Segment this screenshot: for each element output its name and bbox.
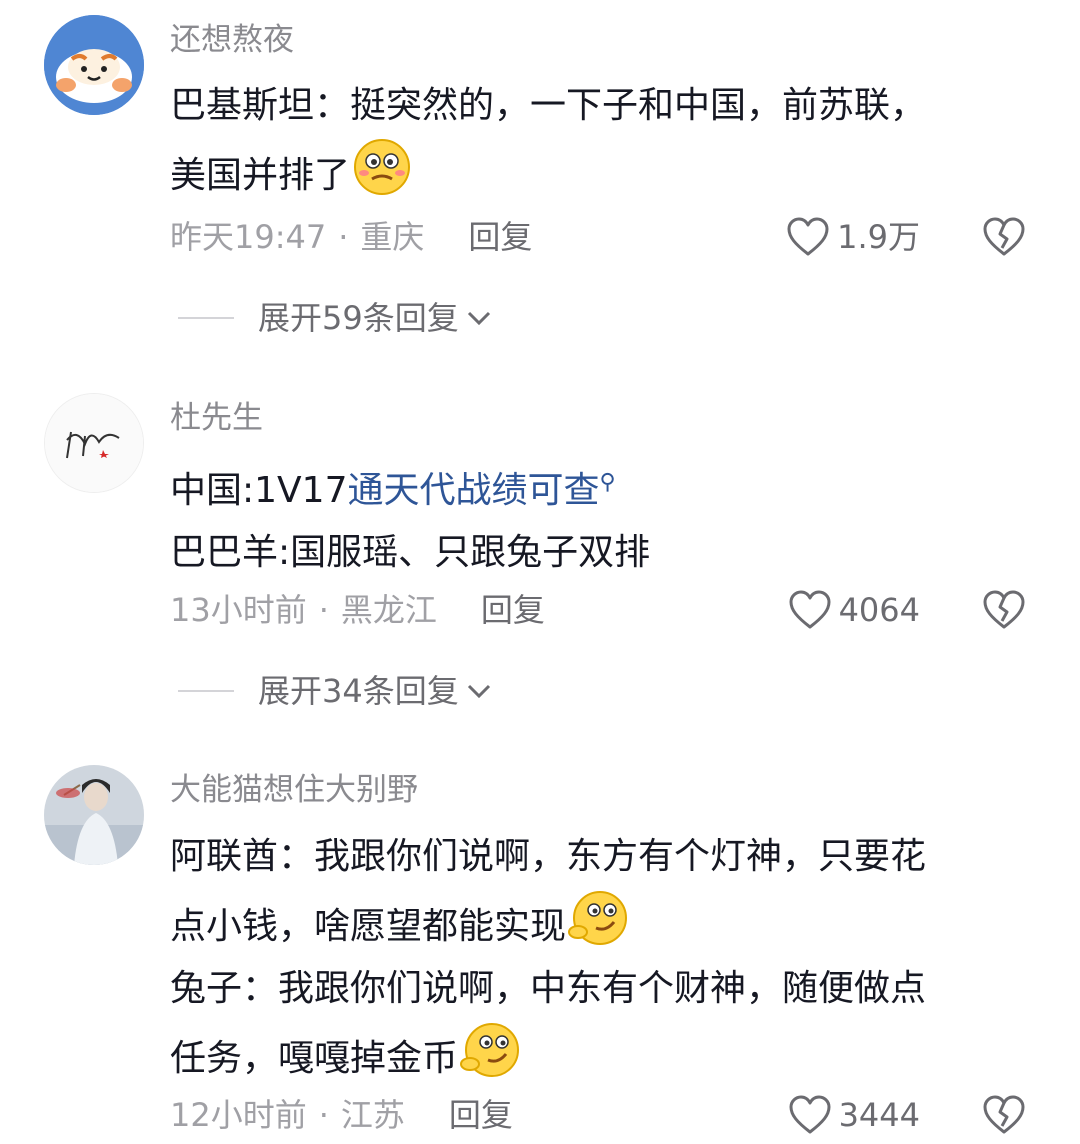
comment-line-with-emoji: 美国并排了 <box>170 137 1050 207</box>
comment-time: 12小时前 <box>170 1096 307 1134</box>
comment-location: 黑龙江 <box>340 591 437 629</box>
comment-line-with-hashtag: 中国:1V17通天代战绩可查⚲ <box>170 452 1050 522</box>
like-button[interactable]: 1.9万 <box>785 212 920 262</box>
comment-location: 重庆 <box>360 218 425 256</box>
like-count: 3444 <box>838 1096 920 1134</box>
comment-line: 兔子：我跟你们说啊，中东有个财神，随便做点 <box>170 968 927 1009</box>
nervous-face-emoji-icon <box>352 137 412 197</box>
comment-line: 阿联酋：我跟你们说啊，东方有个灯神，只要花 <box>170 836 927 877</box>
comment-item: 还想熬夜 巴基斯坦：挺突然的，一下子和中国，前苏联， 美国并排了 昨天19:47… <box>0 0 1080 360</box>
comment-time: 昨天19:47 <box>170 218 327 256</box>
comment-meta: 昨天19:47 · 重庆 回复 <box>170 212 532 262</box>
expand-replies-label: 展开34条回复 <box>258 672 459 710</box>
comment-item: 大能猫想住大别野 阿联酋：我跟你们说啊，东方有个灯神，只要花 点小钱，啥愿望都能… <box>0 760 1080 1144</box>
comment-line: 巴基斯坦：挺突然的，一下子和中国，前苏联， <box>170 85 927 126</box>
avatar[interactable] <box>44 15 144 115</box>
comment-line-with-emoji: 点小钱，啥愿望都能实现 <box>170 888 1050 958</box>
heart-outline-icon <box>787 217 829 256</box>
hashtag-link[interactable]: 通天代战绩可查 <box>347 470 599 511</box>
chevron-down-icon <box>467 684 490 699</box>
comment-line: 美国并排了 <box>170 155 351 196</box>
comment-location: 江苏 <box>340 1096 405 1134</box>
username[interactable]: 杜先生 <box>170 398 263 438</box>
broken-heart-icon[interactable] <box>982 588 1026 632</box>
expand-replies-label: 展开59条回复 <box>258 299 459 337</box>
like-count: 4064 <box>838 591 920 629</box>
smirk-face-emoji-icon <box>460 1020 520 1080</box>
reply-button[interactable]: 回复 <box>481 591 545 629</box>
comment-line-with-emoji: 任务，嘎嘎掉金币 <box>170 1020 1050 1090</box>
comment-line: 点小钱，啥愿望都能实现 <box>170 906 567 947</box>
meta-separator: · <box>318 1096 329 1134</box>
like-button[interactable]: 3444 <box>787 1090 920 1140</box>
comment-text: 中国:1V17通天代战绩可查⚲ 巴巴羊:国服瑶、只跟兔子双排 <box>170 452 1050 584</box>
meta-separator: · <box>318 591 329 629</box>
heart-outline-icon <box>789 590 831 629</box>
heart-outline-icon <box>789 1095 831 1134</box>
divider <box>178 690 234 692</box>
username[interactable]: 还想熬夜 <box>170 20 294 60</box>
avatar[interactable] <box>44 393 144 493</box>
meta-separator: · <box>338 218 349 256</box>
comment-line: 巴巴羊:国服瑶、只跟兔子双排 <box>170 532 651 573</box>
comment-text: 巴基斯坦：挺突然的，一下子和中国，前苏联， 美国并排了 <box>170 75 1050 207</box>
comment-item: 杜先生 中国:1V17通天代战绩可查⚲ 巴巴羊:国服瑶、只跟兔子双排 13小时前… <box>0 380 1080 740</box>
username[interactable]: 大能猫想住大别野 <box>170 770 418 810</box>
broken-heart-icon[interactable] <box>982 1093 1026 1137</box>
smirk-face-emoji-icon <box>568 888 628 948</box>
comment-text: 阿联酋：我跟你们说啊，东方有个灯神，只要花 点小钱，啥愿望都能实现 兔子：我跟你… <box>170 826 1050 1090</box>
search-icon[interactable]: ⚲ <box>600 470 616 495</box>
broken-heart-icon[interactable] <box>982 215 1026 259</box>
reply-button[interactable]: 回复 <box>468 218 532 256</box>
expand-replies-button[interactable]: 展开34条回复 <box>178 666 493 716</box>
reply-button[interactable]: 回复 <box>449 1096 513 1134</box>
expand-replies-button[interactable]: 展开59条回复 <box>178 293 493 343</box>
divider <box>178 317 234 319</box>
like-count: 1.9万 <box>837 218 920 256</box>
avatar[interactable] <box>44 765 144 865</box>
comment-time: 13小时前 <box>170 591 307 629</box>
comment-meta: 13小时前 · 黑龙江 回复 <box>170 585 545 635</box>
like-button[interactable]: 4064 <box>787 585 920 635</box>
comment-line: 中国:1V17 <box>170 470 348 511</box>
comment-line: 任务，嘎嘎掉金币 <box>170 1038 459 1079</box>
chevron-down-icon <box>467 311 490 326</box>
comment-meta: 12小时前 · 江苏 回复 <box>170 1090 513 1140</box>
